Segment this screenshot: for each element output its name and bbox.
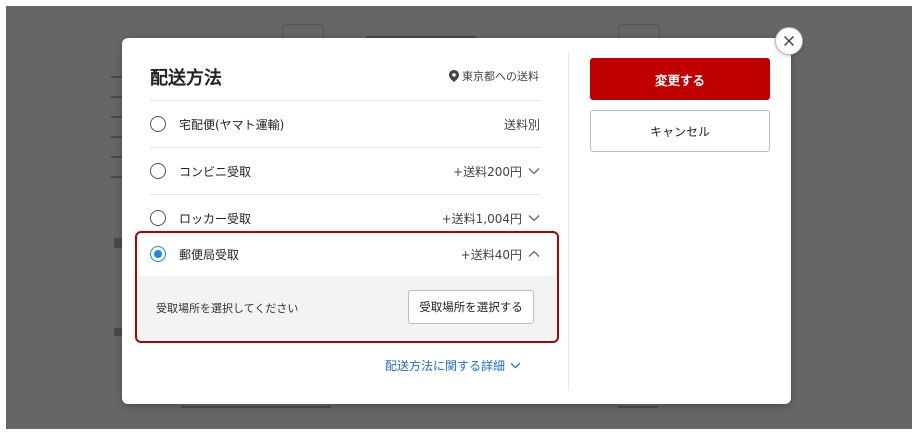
- bg-element: [618, 406, 658, 408]
- modal-title: 配送方法: [150, 68, 222, 89]
- option-label: コンビニ受取: [179, 164, 252, 179]
- column-divider: [568, 52, 569, 390]
- shipping-options-list: 宅配便(ヤマト運輸) 送料別 コンビニ受取 +送料200円 ロッカー受取 +送料…: [150, 100, 540, 241]
- close-icon: [783, 35, 795, 47]
- radio-button-selected[interactable]: [150, 246, 166, 262]
- option-label: ロッカー受取: [179, 211, 252, 226]
- option-fee: +送料40円: [461, 246, 540, 263]
- pickup-location-panel: 受取場所を選択してください 受取場所を選択する: [138, 276, 556, 340]
- bg-element: [181, 406, 331, 408]
- option-fee-text: +送料200円: [453, 164, 522, 179]
- shipping-destination: 東京都への送料: [449, 68, 539, 84]
- chevron-down-icon: [510, 362, 521, 369]
- shipping-details-link-text: 配送方法に関する詳細: [385, 359, 506, 373]
- chevron-down-icon[interactable]: [528, 214, 540, 222]
- shipping-details-link[interactable]: 配送方法に関する詳細: [385, 357, 521, 374]
- option-fee-text: 送料別: [503, 117, 540, 132]
- radio-button[interactable]: [150, 163, 166, 179]
- radio-button[interactable]: [150, 210, 166, 226]
- chevron-up-icon[interactable]: [528, 250, 540, 258]
- confirm-change-button[interactable]: 変更する: [590, 58, 770, 100]
- shipping-option-post-office[interactable]: 郵便局受取 +送料40円: [150, 234, 540, 274]
- cancel-button[interactable]: キャンセル: [590, 110, 770, 152]
- location-pin-icon: [449, 70, 459, 82]
- radio-dot: [154, 250, 162, 258]
- shipping-option-convenience-store[interactable]: コンビニ受取 +送料200円: [150, 147, 540, 194]
- shipping-method-modal: 配送方法 東京都への送料 宅配便(ヤマト運輸) 送料別 コンビニ受取 +送料20…: [122, 38, 791, 404]
- option-fee-text: +送料40円: [460, 247, 522, 262]
- close-button[interactable]: [775, 27, 803, 55]
- radio-button[interactable]: [150, 116, 166, 132]
- shipping-option-takkyubin[interactable]: 宅配便(ヤマト運輸) 送料別: [150, 100, 540, 147]
- pickup-instruction: 受取場所を選択してください: [156, 302, 299, 315]
- chevron-down-icon[interactable]: [528, 167, 540, 175]
- option-fee: +送料200円: [453, 163, 540, 180]
- option-fee-text: +送料1,004円: [441, 211, 522, 226]
- shipping-destination-label: 東京都への送料: [462, 70, 539, 83]
- option-fee: +送料1,004円: [442, 210, 540, 227]
- option-fee: 送料別: [504, 116, 540, 133]
- select-pickup-location-button[interactable]: 受取場所を選択する: [408, 290, 534, 324]
- option-label: 郵便局受取: [179, 247, 240, 262]
- option-label: 宅配便(ヤマト運輸): [179, 117, 285, 132]
